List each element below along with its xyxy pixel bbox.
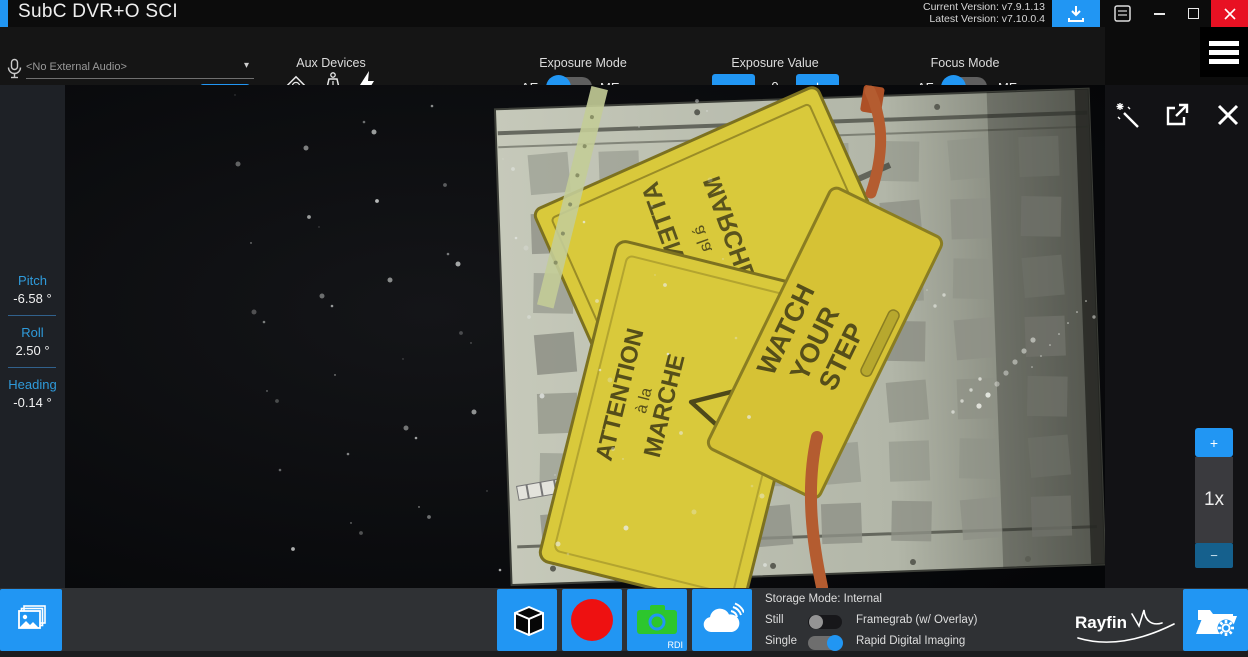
maximize-button[interactable] [1178, 0, 1209, 27]
media-gallery-button[interactable] [0, 589, 62, 651]
enhance-button[interactable] [1113, 100, 1143, 130]
pitch-label: Pitch [0, 273, 65, 288]
focus-mode-label: Focus Mode [905, 56, 1025, 70]
roll-label: Roll [0, 325, 65, 340]
chevron-down-icon: ▾ [244, 60, 249, 71]
framegrab-label: Framegrab (w/ Overlay) [856, 614, 977, 626]
still-label: Still [765, 614, 784, 626]
video-scene: ATTENTION à la MARCHE ATTENTION à la MAR… [65, 85, 1105, 588]
dropdown-underline [26, 78, 254, 79]
toggle-knob [827, 635, 843, 651]
rapid-imaging-toggle[interactable] [808, 636, 842, 650]
zoom-in-button[interactable]: + [1195, 428, 1233, 457]
external-link-icon [1163, 101, 1191, 129]
hamburger-icon [1209, 41, 1239, 46]
microphone-icon [6, 58, 23, 81]
rayfin-logo: Rayfin [1072, 596, 1178, 648]
cloud-upload-button[interactable] [692, 589, 752, 651]
gallery-icon [13, 603, 49, 637]
heading-value: -0.14 ° [0, 395, 65, 410]
aux-devices-label: Aux Devices [278, 56, 384, 70]
record-button[interactable] [562, 589, 622, 651]
magic-wand-icon [1114, 101, 1142, 129]
minimize-button[interactable] [1142, 0, 1176, 27]
app-title: SubC DVR+O SCI [18, 1, 178, 23]
minimize-icon [1154, 13, 1165, 15]
close-icon [1215, 102, 1241, 128]
zoom-out-button[interactable]: − [1195, 543, 1233, 568]
accent-stripe [0, 0, 8, 27]
single-label: Single [765, 635, 797, 647]
folder-gear-icon [1193, 601, 1239, 639]
close-window-button[interactable] [1211, 0, 1248, 27]
latest-version: Latest Version: v7.10.0.4 [923, 14, 1045, 26]
divider [8, 367, 56, 368]
popout-view-button[interactable] [1162, 100, 1192, 130]
manual-button[interactable] [1104, 0, 1140, 27]
title-bar: SubC DVR+O SCI Current Version: v7.9.1.1… [0, 0, 1248, 27]
framegrab-toggle[interactable] [808, 615, 842, 629]
file-settings-button[interactable] [1183, 589, 1248, 651]
bottom-edge-strip [0, 651, 1248, 657]
rdi-label: RDI [668, 640, 684, 650]
current-version: Current Version: v7.9.1.13 [923, 2, 1045, 14]
close-view-button[interactable] [1213, 100, 1243, 130]
maximize-icon [1188, 8, 1199, 19]
3d-mode-button[interactable] [497, 589, 557, 651]
svg-text:Rayfin: Rayfin [1075, 613, 1127, 632]
roll-value: 2.50 ° [0, 343, 65, 358]
camera-icon [635, 602, 679, 638]
video-feed[interactable]: ATTENTION à la MARCHE ATTENTION à la MAR… [65, 85, 1105, 588]
telemetry-sidebar: Pitch -6.58 ° Roll 2.50 ° Heading -0.14 … [0, 85, 65, 588]
record-icon [571, 599, 613, 641]
toggle-knob [809, 615, 823, 629]
video-overlay-sidebar: + 1x − [1105, 85, 1248, 588]
heading-label: Heading [0, 377, 65, 392]
toolbar: <No External Audio> ▾ Mic Volume: 100 Mu… [0, 27, 1248, 85]
close-icon [1224, 8, 1236, 20]
cube-icon [506, 599, 548, 641]
rdi-still-capture-button[interactable]: RDI [627, 589, 687, 651]
menu-button[interactable] [1200, 27, 1248, 77]
exposure-value-label: Exposure Value [710, 56, 840, 70]
cloud-icon [700, 602, 744, 638]
divider [8, 315, 56, 316]
exposure-mode-label: Exposure Mode [520, 56, 646, 70]
download-update-button[interactable] [1052, 0, 1100, 27]
bottom-bar: RDI Storage Mode: Internal Still Framegr… [0, 588, 1248, 657]
zoom-level: 1x [1195, 457, 1233, 543]
audio-source-dropdown[interactable]: <No External Audio> [26, 58, 252, 76]
book-icon [1111, 4, 1133, 24]
storage-mode-label: Storage Mode: Internal [765, 593, 882, 605]
version-info: Current Version: v7.9.1.13 Latest Versio… [923, 2, 1045, 25]
pitch-value: -6.58 ° [0, 291, 65, 306]
download-icon [1066, 5, 1086, 23]
rapid-imaging-label: Rapid Digital Imaging [856, 635, 965, 647]
